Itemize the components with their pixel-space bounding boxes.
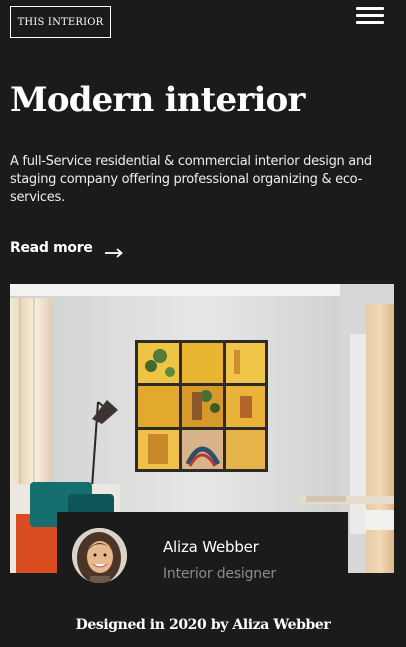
site-logo[interactable]: THIS INTERIOR [10, 6, 111, 38]
read-more-link[interactable]: Read more [10, 240, 123, 258]
menu-bar-top [356, 7, 384, 10]
footer-credit: Designed in 2020 by Aliza Webber [75, 617, 331, 633]
menu-bar-middle [356, 14, 384, 17]
profile-role: Interior designer [163, 566, 276, 582]
read-more-label: Read more [10, 240, 93, 256]
avatar [72, 528, 127, 583]
hero-description: A full-Service residential & commercial … [10, 154, 372, 205]
profile-name: Aliza Webber [163, 538, 259, 556]
hamburger-menu-icon[interactable] [356, 6, 384, 26]
arrow-right-icon [104, 243, 123, 258]
menu-bar-bottom [356, 21, 384, 24]
page-title: Modern interior [10, 80, 305, 120]
